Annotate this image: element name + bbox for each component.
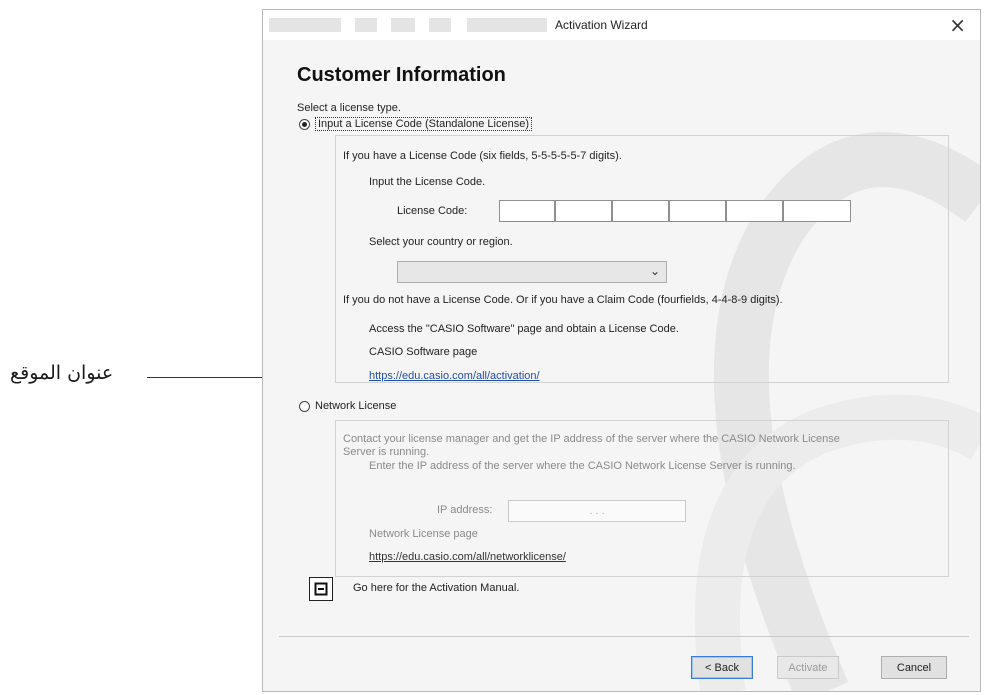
- page-heading: Customer Information: [297, 64, 506, 86]
- callout-label: عنوان الموقع: [10, 362, 114, 384]
- chevron-down-icon: ⌄: [649, 264, 660, 278]
- titlebar-blur-block: [355, 18, 377, 32]
- network-license-page-link[interactable]: https://edu.casio.com/all/networklicense…: [369, 551, 566, 563]
- document-icon-glyph: [314, 582, 328, 596]
- license-code-field-6[interactable]: [783, 200, 851, 222]
- input-code-prompt: Input the License Code.: [369, 176, 486, 188]
- callout-annotation: عنوان الموقع: [10, 362, 367, 392]
- license-code-field-3[interactable]: [612, 200, 669, 222]
- titlebar-blur-block: [429, 18, 451, 32]
- country-region-select[interactable]: ⌄: [397, 261, 667, 283]
- ip-address-field[interactable]: . . .: [508, 500, 686, 522]
- document-icon[interactable]: [309, 577, 333, 601]
- network-license-page-label: Network License page: [369, 528, 478, 540]
- standalone-license-label-text: Input a License Code (Standalone License…: [315, 117, 532, 131]
- license-code-field-2[interactable]: [555, 200, 612, 222]
- network-license-radio[interactable]: [299, 401, 310, 412]
- window-title: Activation Wizard: [555, 18, 648, 32]
- titlebar-blur-block: [391, 18, 415, 32]
- titlebar-blur-block: [269, 18, 341, 32]
- wizard-content: Customer Information Select a license ty…: [263, 40, 980, 691]
- select-license-prompt: Select a license type.: [297, 102, 401, 114]
- no-license-code-text: If you do not have a License Code. Or if…: [343, 294, 783, 306]
- standalone-license-radio[interactable]: [299, 119, 310, 130]
- back-button[interactable]: < Back: [691, 656, 753, 679]
- license-code-field-4[interactable]: [669, 200, 726, 222]
- activate-button[interactable]: Activate: [777, 656, 839, 679]
- activation-manual-link[interactable]: Go here for the Activation Manual.: [353, 582, 519, 594]
- network-contact-text-2: Server is running.: [343, 446, 430, 458]
- network-contact-text-1: Contact your license manager and get the…: [343, 433, 840, 445]
- titlebar-blur-block: [467, 18, 547, 32]
- cancel-button[interactable]: Cancel: [881, 656, 947, 679]
- activation-wizard-window: Activation Wizard × Customer Information…: [262, 9, 981, 692]
- network-license-radio-label[interactable]: Network License: [315, 400, 396, 412]
- license-code-label: License Code:: [397, 205, 468, 217]
- license-code-field-5[interactable]: [726, 200, 783, 222]
- title-bar: Activation Wizard ×: [263, 10, 980, 40]
- close-icon[interactable]: ×: [949, 13, 966, 37]
- ip-address-label: IP address:: [437, 504, 493, 516]
- casio-software-page-label: CASIO Software page: [369, 346, 478, 358]
- license-code-intro: If you have a License Code (six fields, …: [343, 150, 622, 162]
- standalone-license-radio-label[interactable]: Input a License Code (Standalone License…: [315, 117, 532, 131]
- footer-separator: [279, 636, 969, 637]
- license-code-field-1[interactable]: [499, 200, 555, 222]
- access-casio-software-text: Access the "CASIO Software" page and obt…: [369, 323, 679, 335]
- country-region-prompt: Select your country or region.: [369, 236, 513, 248]
- enter-ip-text: Enter the IP address of the server where…: [369, 460, 796, 472]
- casio-software-page-link[interactable]: https://edu.casio.com/all/activation/: [369, 370, 540, 382]
